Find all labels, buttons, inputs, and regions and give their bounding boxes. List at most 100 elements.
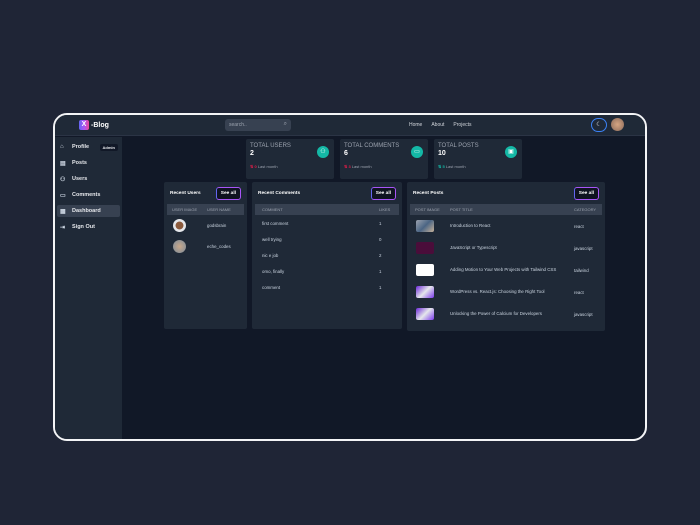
panel-title: Recent Users	[170, 190, 201, 196]
table-row[interactable]: comment 1	[255, 279, 399, 295]
stat-delta: 3	[348, 164, 351, 169]
comment-likes: 2	[379, 252, 382, 258]
user-avatar[interactable]	[611, 118, 624, 131]
logo[interactable]: X -Blog	[79, 120, 109, 130]
column-header: POST TITLE	[450, 207, 473, 212]
table-row[interactable]: first comment 1	[255, 215, 399, 231]
comment-likes: 1	[379, 268, 382, 274]
users-icon: ⚇	[60, 176, 66, 183]
column-header: CATEGORY	[574, 207, 597, 212]
post-category: javascript	[574, 245, 593, 251]
sidebar-item-label: Comments	[72, 192, 101, 198]
app-window: X -Blog search.. ⌕ Home About Projects ☾ ⌂…	[53, 113, 647, 441]
stat-delta: 5	[442, 164, 445, 169]
search-input[interactable]: search.. ⌕	[225, 119, 291, 131]
nav-home[interactable]: Home	[409, 122, 422, 128]
sidebar-item-dashboard[interactable]: ▦ Dashboard	[57, 205, 120, 217]
sidebar-item-sign-out[interactable]: ⇥ Sign Out	[57, 221, 120, 233]
comment-text: nic e job	[262, 252, 279, 258]
theme-toggle-moon-icon[interactable]: ☾	[591, 118, 607, 132]
user-avatar	[173, 219, 186, 232]
comment-likes: 1	[379, 284, 382, 290]
panel-title: Recent Posts	[413, 190, 444, 196]
comment-likes: 1	[379, 220, 382, 226]
comment-text: omo, finally	[262, 268, 285, 274]
table-row[interactable]: Introduction to React react	[410, 215, 602, 237]
logo-text: -Blog	[91, 121, 109, 129]
comment-icon: ▭	[411, 146, 423, 158]
post-image	[416, 308, 434, 320]
stat-card-comments: TOTAL COMMENTS 6 ⇅ 3 Last month ▭	[340, 139, 428, 179]
table-row[interactable]: nic e job 2	[255, 247, 399, 263]
see-all-comments-button[interactable]: See all	[370, 186, 396, 200]
post-title: JavaScript or Typescript	[450, 244, 497, 250]
post-category: javascript	[574, 311, 593, 317]
stat-card-posts: TOTAL POSTS 10 ⇅ 5 Last month ▣	[434, 139, 522, 179]
post-title: Unlocking the Power of Calcium for Devel…	[450, 310, 542, 316]
stat-footer: ⇅ 5 Last month	[438, 164, 518, 169]
post-image	[416, 286, 434, 298]
sidebar-item-label: Posts	[72, 160, 87, 166]
column-header: LIKES	[379, 207, 391, 212]
header: X -Blog search.. ⌕ Home About Projects ☾	[55, 115, 645, 136]
search-placeholder: search..	[229, 122, 247, 128]
post-title: Adding Motion to Your Web Projects with …	[450, 266, 557, 272]
stat-delta-label: Last month	[351, 164, 372, 169]
document-icon: ▣	[505, 146, 517, 158]
column-header: USER IMAGE	[172, 207, 198, 212]
stat-footer: ⇅ 0 Last month	[250, 164, 330, 169]
user-avatar	[173, 240, 186, 253]
post-category: react	[574, 223, 584, 229]
nav-about[interactable]: About	[431, 122, 444, 128]
sidebar-item-users[interactable]: ⚇ Users	[57, 173, 120, 185]
post-category: tailwind	[574, 267, 589, 273]
home-icon: ⌂	[60, 144, 64, 150]
stat-delta-label: Last month	[257, 164, 278, 169]
sidebar-item-posts[interactable]: ▤ Posts	[57, 157, 120, 169]
table-row[interactable]: godsbrain	[167, 215, 244, 236]
sidebar-item-label: Users	[72, 176, 88, 182]
column-header: POST IMAGE	[415, 207, 440, 212]
nav-projects[interactable]: Projects	[453, 122, 471, 128]
recent-users-panel: Recent Users See all USER IMAGE USER NAME …	[164, 182, 247, 329]
column-header: COMMENT	[262, 207, 283, 212]
sidebar: ⌂ Profile Admin ▤ Posts ⚇ Users ▭ Comments ▦ D…	[55, 137, 122, 439]
column-header: USER NAME	[207, 207, 231, 212]
admin-badge: Admin	[99, 144, 118, 151]
stat-delta-label: Last month	[445, 164, 466, 169]
signout-icon: ⇥	[60, 224, 66, 231]
see-all-users-button[interactable]: See all	[215, 186, 241, 200]
post-title: WordPress vs. React.js: Choosing the Rig…	[450, 288, 545, 294]
top-nav: Home About Projects	[409, 122, 471, 128]
recent-posts-panel: Recent Posts See all POST IMAGE POST TITLE…	[407, 182, 605, 331]
users-icon: ⚇	[317, 146, 329, 158]
sidebar-item-comments[interactable]: ▭ Comments	[57, 189, 120, 201]
user-name: eche_codes	[207, 244, 231, 249]
post-category: react	[574, 289, 584, 295]
comment-likes: 0	[379, 236, 382, 242]
post-image	[416, 220, 434, 232]
sidebar-item-profile[interactable]: ⌂ Profile Admin	[57, 141, 120, 153]
table-row[interactable]: Unlocking the Power of Calcium for Devel…	[410, 303, 602, 325]
comment-text: well trying	[262, 236, 282, 242]
recent-comments-panel: Recent Comments See all COMMENT LIKES firs…	[252, 182, 402, 329]
post-title: Introduction to React	[450, 222, 491, 228]
see-all-posts-button[interactable]: See all	[573, 186, 599, 200]
comments-icon: ▭	[60, 192, 66, 199]
post-image	[416, 264, 434, 276]
dashboard-icon: ▦	[60, 208, 66, 215]
search-icon[interactable]: ⌕	[284, 121, 287, 128]
stat-card-users: TOTAL USERS 2 ⇅ 0 Last month ⚇	[246, 139, 334, 179]
table-row[interactable]: WordPress vs. React.js: Choosing the Rig…	[410, 281, 602, 303]
stat-footer: ⇅ 3 Last month	[344, 164, 424, 169]
logo-mark: X	[79, 120, 89, 130]
post-image	[416, 242, 434, 254]
panel-title: Recent Comments	[258, 190, 301, 196]
table-row[interactable]: eche_codes	[167, 236, 244, 257]
table-row[interactable]: Adding Motion to Your Web Projects with …	[410, 259, 602, 281]
sidebar-item-label: Sign Out	[72, 224, 95, 230]
table-row[interactable]: omo, finally 1	[255, 263, 399, 279]
table-row[interactable]: well trying 0	[255, 231, 399, 247]
table-row[interactable]: JavaScript or Typescript javascript	[410, 237, 602, 259]
table-header: COMMENT LIKES	[255, 204, 399, 215]
